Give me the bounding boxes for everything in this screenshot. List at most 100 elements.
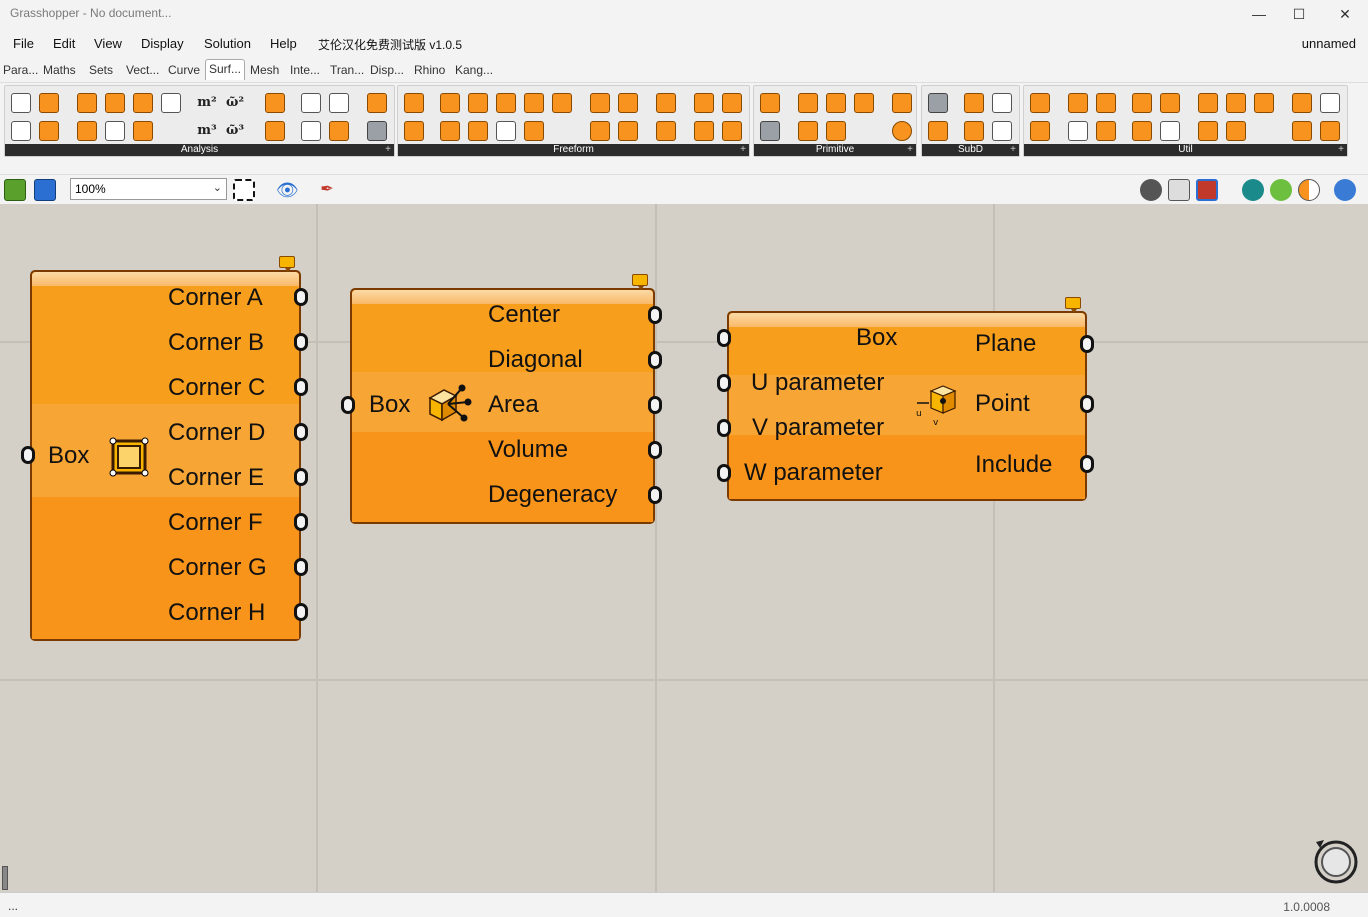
divide-surface-icon[interactable] <box>1068 93 1088 113</box>
preview-wireframe-icon[interactable] <box>1168 179 1190 201</box>
flip-icon[interactable] <box>1226 93 1246 113</box>
network-surface-icon[interactable] <box>552 93 572 113</box>
ruled-surface-icon[interactable] <box>440 121 460 141</box>
close-button[interactable]: ✕ <box>1322 2 1368 26</box>
brep-topology-icon[interactable] <box>11 121 31 141</box>
surface-points-icon[interactable] <box>301 121 321 141</box>
graph-canvas[interactable]: Box Corner A Corner B Corner C Corner D … <box>0 204 1368 892</box>
convex-edges-icon[interactable] <box>1226 121 1246 141</box>
preview-shaded-icon[interactable] <box>1196 179 1218 201</box>
tab-mesh[interactable]: Mesh <box>250 63 279 77</box>
area-icon[interactable]: m² <box>197 93 217 113</box>
surface-frames-icon[interactable] <box>1320 93 1340 113</box>
preview-selected-icon[interactable] <box>1242 179 1264 201</box>
menu-file[interactable]: File <box>13 36 34 51</box>
menu-edit[interactable]: Edit <box>53 36 75 51</box>
tab-display[interactable]: Disp... <box>370 63 404 77</box>
volume-icon[interactable]: m³ <box>197 121 217 141</box>
principal-curvature-icon[interactable] <box>367 121 387 141</box>
extrude-along-icon[interactable] <box>590 121 610 141</box>
output-grip[interactable] <box>648 396 662 414</box>
sphere-icon[interactable] <box>892 121 912 141</box>
box-icon[interactable] <box>105 121 125 141</box>
merge-faces-icon[interactable] <box>1030 121 1050 141</box>
menu-view[interactable]: View <box>94 36 122 51</box>
subd-fuse-icon[interactable] <box>992 93 1012 113</box>
tab-surface[interactable]: Surf... <box>205 59 246 80</box>
volume-moments-icon[interactable]: ῶ³ <box>225 121 245 141</box>
extrude-point-icon[interactable] <box>618 121 638 141</box>
evaluate-box-icon[interactable] <box>77 93 97 113</box>
offset-surface-icon[interactable] <box>1198 93 1218 113</box>
domain-box-icon[interactable] <box>854 93 874 113</box>
box-3pt-icon[interactable] <box>826 121 846 141</box>
box-corners-component[interactable]: Box Corner A Corner B Corner C Corner D … <box>30 270 301 641</box>
surface-split-icon[interactable] <box>1068 121 1088 141</box>
output-grip[interactable] <box>1080 335 1094 353</box>
output-grip[interactable] <box>648 306 662 324</box>
subd-from-mesh-icon[interactable] <box>928 121 948 141</box>
input-grip[interactable] <box>717 374 731 392</box>
tab-maths[interactable]: Maths <box>43 63 76 77</box>
output-grip[interactable] <box>294 603 308 621</box>
output-grip[interactable] <box>648 441 662 459</box>
output-grip[interactable] <box>294 468 308 486</box>
evaluate-box-component[interactable]: Box U parameter V parameter W parameter … <box>727 311 1087 501</box>
cylinder-icon[interactable] <box>892 93 912 113</box>
retrim-icon[interactable] <box>1254 93 1274 113</box>
zoom-select[interactable]: 100% ⌄ <box>70 178 227 200</box>
pipe-icon[interactable] <box>694 93 714 113</box>
edge-surface-icon[interactable] <box>468 93 488 113</box>
fragment-patch-icon[interactable] <box>404 121 424 141</box>
boundary-surfaces-icon[interactable] <box>440 93 460 113</box>
extrude-linear-icon[interactable] <box>618 93 638 113</box>
fillet-edge-icon[interactable] <box>1096 121 1116 141</box>
offset-loose-icon[interactable] <box>1198 121 1218 141</box>
plane-surface-icon[interactable] <box>760 121 780 141</box>
output-grip[interactable] <box>1080 455 1094 473</box>
output-grip[interactable] <box>294 423 308 441</box>
fillet-icon[interactable] <box>1320 121 1340 141</box>
tab-rhino[interactable]: Rhino <box>414 63 445 77</box>
subd-edges-icon[interactable] <box>992 121 1012 141</box>
loft-icon[interactable] <box>524 93 544 113</box>
dimensions-icon[interactable] <box>367 93 387 113</box>
render-settings-icon[interactable] <box>1334 179 1356 201</box>
document-preview-icon[interactable] <box>1298 179 1320 201</box>
shape-in-brep-icon[interactable] <box>301 93 321 113</box>
box-properties-icon[interactable] <box>39 93 59 113</box>
tab-sets[interactable]: Sets <box>89 63 113 77</box>
sweep2-icon[interactable] <box>524 121 544 141</box>
isotrim-icon[interactable] <box>1096 93 1116 113</box>
preview-mesh-icon[interactable] <box>1270 179 1292 201</box>
menu-display[interactable]: Display <box>141 36 184 51</box>
tab-intersect[interactable]: Inte... <box>290 63 320 77</box>
bounding-box-icon[interactable] <box>760 93 780 113</box>
output-grip[interactable] <box>648 486 662 504</box>
subd-box-icon[interactable] <box>928 93 948 113</box>
evaluate-surface-icon[interactable] <box>265 93 285 113</box>
deconstruct-box-icon[interactable] <box>133 121 153 141</box>
box-rectangle-icon[interactable] <box>798 121 818 141</box>
save-file-icon[interactable] <box>34 179 56 201</box>
box-properties-component[interactable]: Box Center Diagonal Area Volume Degenera… <box>350 288 655 524</box>
input-grip[interactable] <box>341 396 355 414</box>
input-grip[interactable] <box>717 464 731 482</box>
four-point-surface-icon[interactable] <box>404 93 424 113</box>
box-2pt-icon[interactable] <box>798 93 818 113</box>
canvas-compass-icon[interactable] <box>1312 838 1360 886</box>
tab-params[interactable]: Para... <box>3 63 38 77</box>
edges-from-faces-icon[interactable] <box>1292 121 1312 141</box>
sketch-pen-icon[interactable]: ✒ <box>316 179 338 201</box>
preview-off-icon[interactable] <box>1140 179 1162 201</box>
subd-multipipe-icon[interactable] <box>964 93 984 113</box>
closed-brep-icon[interactable] <box>77 121 97 141</box>
output-grip[interactable] <box>648 351 662 369</box>
copy-trim-icon[interactable] <box>1030 93 1050 113</box>
maximize-button[interactable]: ☐ <box>1276 2 1322 26</box>
tab-curve[interactable]: Curve <box>168 63 200 77</box>
menu-help[interactable]: Help <box>270 36 297 51</box>
menu-plugin-version[interactable]: 艾伦汉化免费测试版 v1.0.5 <box>318 36 462 53</box>
surface-control-points-icon[interactable] <box>496 121 516 141</box>
center-box-icon[interactable] <box>826 93 846 113</box>
